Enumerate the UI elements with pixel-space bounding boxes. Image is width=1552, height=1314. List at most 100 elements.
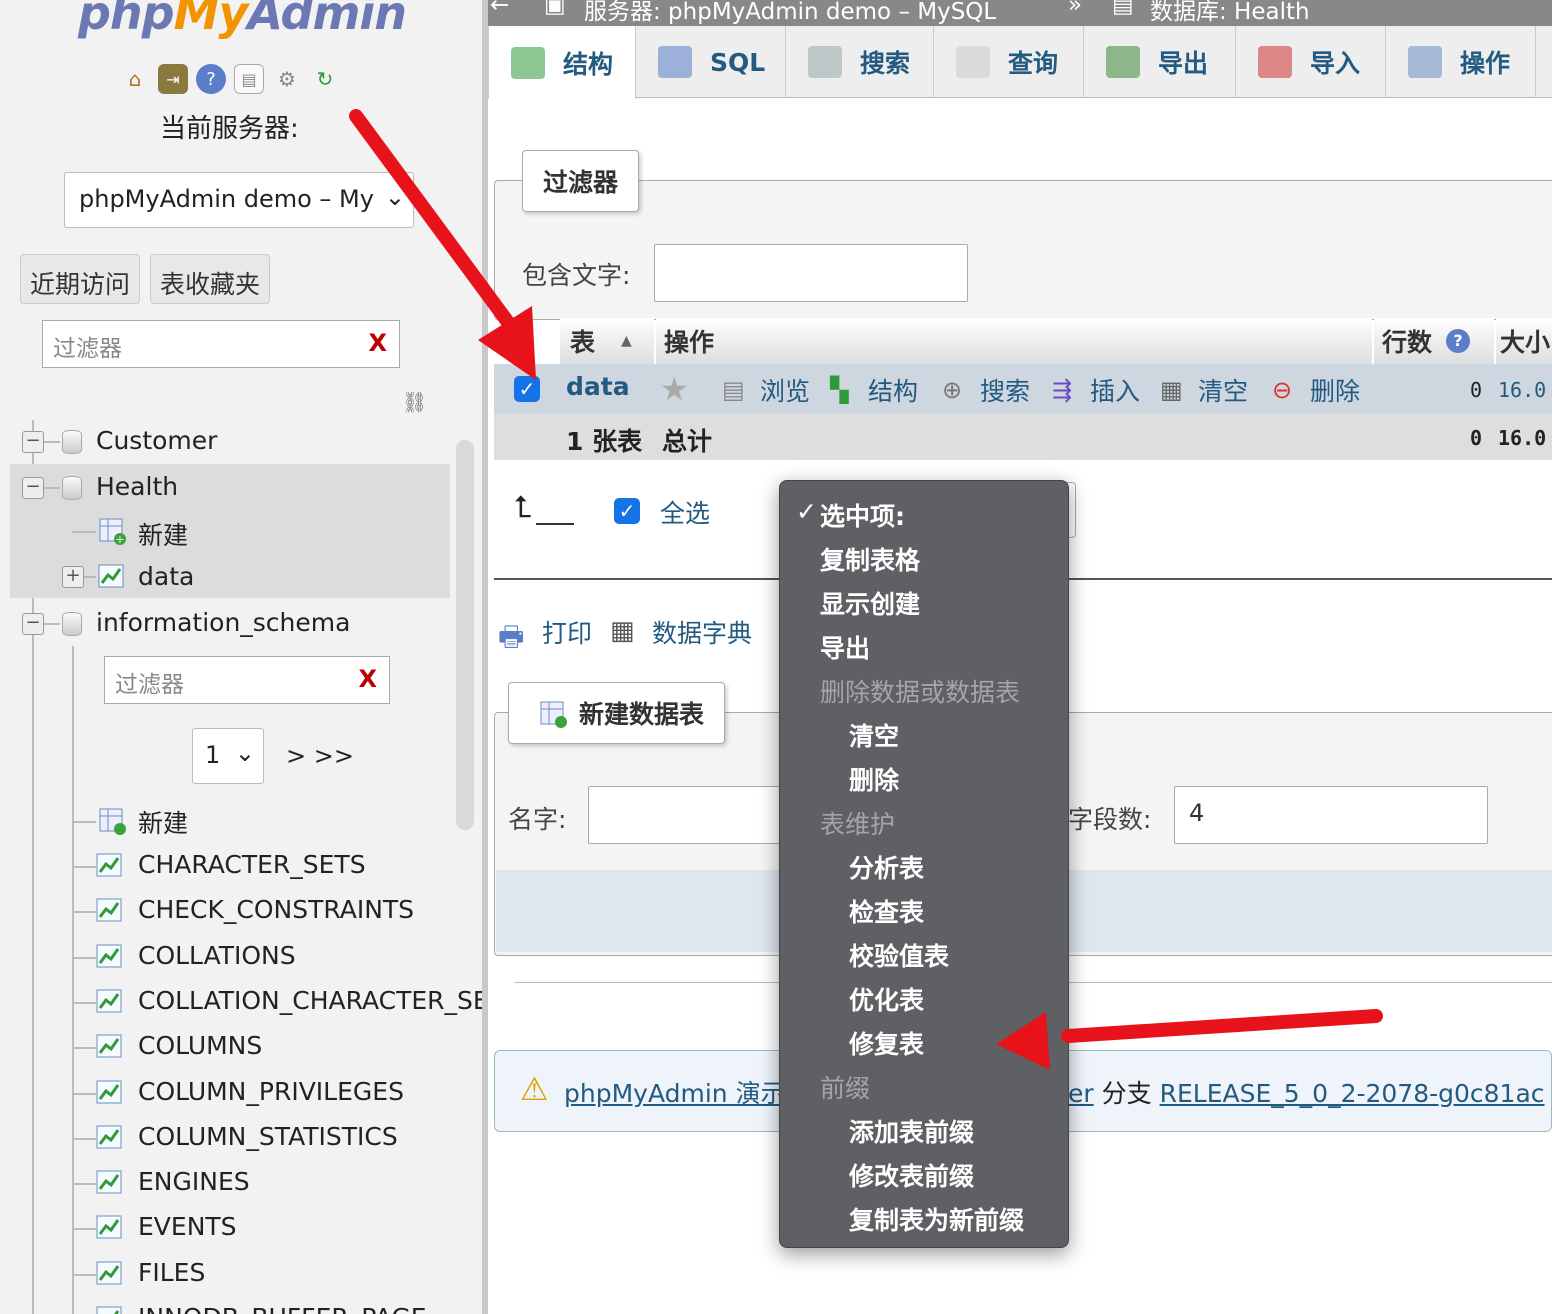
row-checkbox[interactable]: ✓ <box>514 376 540 402</box>
col-header-rows[interactable]: 行数 ? <box>1374 318 1494 364</box>
recent-tables-button[interactable]: 近期访问 <box>20 254 141 304</box>
db-filter-input[interactable]: 过滤器 X <box>42 320 400 368</box>
col-header-size[interactable]: 大小 <box>1496 318 1552 364</box>
search-link[interactable]: 搜索 <box>980 372 1030 408</box>
favorite-tables-button[interactable]: 表收藏夹 <box>150 254 271 304</box>
tree-item-table[interactable]: COLUMN_PRIVILEGES <box>138 1077 404 1106</box>
tab-sql[interactable]: SQL <box>636 26 786 98</box>
menu-item[interactable]: 分析表 <box>849 849 924 885</box>
tab-structure[interactable]: 结构 <box>488 26 636 99</box>
link-chain-icon[interactable]: ⛓ <box>402 390 427 414</box>
menu-item[interactable]: 清空 <box>849 717 899 753</box>
select-all-label[interactable]: 全选 <box>660 494 710 530</box>
menu-item[interactable]: 复制表格 <box>820 541 920 577</box>
tab-export[interactable]: 导出 <box>1084 26 1236 98</box>
table-name-link[interactable]: data <box>566 372 630 401</box>
browse-icon[interactable]: ▤ <box>722 376 745 404</box>
table-filter-input[interactable]: 过滤器 X <box>104 656 390 704</box>
tree-item-table[interactable]: COLUMNS <box>138 1031 262 1060</box>
breadcrumb-database[interactable]: 数据库: Health <box>1150 0 1310 26</box>
clear-filter-icon[interactable]: X <box>358 665 377 693</box>
menu-item[interactable]: 复制表为新前缀 <box>849 1201 1024 1237</box>
tree-item-health-data[interactable]: data <box>138 562 194 591</box>
tree-item-health-new[interactable]: 新建 <box>138 516 188 552</box>
col-header-table[interactable]: 表 ▲ <box>560 318 654 364</box>
tree-item-table[interactable]: COLUMN_STATISTICS <box>138 1122 398 1151</box>
structure-icon[interactable]: ▚ <box>830 376 848 404</box>
tab-import[interactable]: 导入 <box>1236 26 1386 98</box>
nav-scrollbar[interactable] <box>456 440 474 830</box>
star-icon[interactable]: ★ <box>660 370 689 408</box>
data-dictionary-icon[interactable]: ▦ <box>610 616 635 646</box>
tab-operations[interactable]: 操作 <box>1386 26 1536 98</box>
tree-item-information-schema[interactable]: − information_schema <box>10 602 450 646</box>
select-all-checkbox[interactable]: ✓ <box>614 498 640 524</box>
release-link[interactable]: RELEASE_5_0_2-2078-g0c81ac <box>1160 1079 1545 1108</box>
menu-item[interactable]: 校验值表 <box>849 937 949 973</box>
structure-icon <box>511 46 545 79</box>
table-name-input[interactable] <box>588 786 788 844</box>
empty-icon[interactable]: ▦ <box>1160 376 1183 404</box>
insert-icon[interactable]: ⇶ <box>1052 376 1072 404</box>
menu-item[interactable]: 优化表 <box>849 981 924 1017</box>
menu-item[interactable]: 修改表前缀 <box>849 1157 974 1193</box>
help-icon[interactable]: ? <box>196 64 226 94</box>
contains-text-input[interactable] <box>654 244 968 302</box>
tab-query[interactable]: 查询 <box>934 26 1084 98</box>
tree-item-table[interactable]: FILES <box>138 1258 205 1287</box>
tree-item-customer[interactable]: − Customer <box>10 420 450 464</box>
drop-icon[interactable]: ⊖ <box>1272 376 1292 404</box>
tree-item-table[interactable]: INNODB_BUFFER_PAGE <box>138 1303 427 1314</box>
home-icon[interactable]: ⌂ <box>120 64 150 94</box>
menu-item[interactable]: 导出 <box>820 629 870 665</box>
demo-link[interactable]: phpMyAdmin 演示 <box>564 1079 786 1108</box>
tab-search[interactable]: 搜索 <box>786 26 934 98</box>
demo-notice-text: phpMyAdmin 演示 <box>564 1074 786 1110</box>
exit-icon[interactable]: ⇥ <box>158 64 188 94</box>
nav-resizer[interactable] <box>482 0 488 1314</box>
settings-icon[interactable]: ⚙ <box>272 64 302 94</box>
empty-link[interactable]: 清空 <box>1198 372 1248 408</box>
menu-item[interactable]: 添加表前缀 <box>849 1113 974 1149</box>
chevron-down-icon: ⌄ <box>384 183 405 211</box>
tree-item-table[interactable]: ENGINES <box>138 1167 250 1196</box>
menu-item[interactable]: 修复表 <box>849 1025 924 1061</box>
search-icon[interactable]: ⊕ <box>942 376 962 404</box>
red-arrow-shaft <box>1061 1009 1383 1043</box>
back-arrow-icon[interactable]: ← <box>490 0 509 18</box>
tree-item-table[interactable]: CHARACTER_SETS <box>138 850 366 879</box>
data-dictionary-link[interactable]: 数据字典 <box>652 614 752 650</box>
page-select[interactable]: 1 ⌄ <box>192 728 264 784</box>
tree-item-table[interactable]: COLLATIONS <box>138 941 296 970</box>
field-count-input[interactable]: 4 <box>1174 786 1488 844</box>
print-link[interactable]: 打印 <box>542 614 592 650</box>
collapse-icon[interactable]: − <box>22 477 44 499</box>
current-server-label: 当前服务器: <box>160 114 299 144</box>
tree-item-table[interactable]: CHECK_CONSTRAINTS <box>138 895 414 924</box>
collapse-icon[interactable]: − <box>22 431 44 453</box>
insert-link[interactable]: 插入 <box>1090 372 1140 408</box>
help-icon[interactable]: ? <box>1446 329 1471 353</box>
drop-link[interactable]: 删除 <box>1310 372 1360 408</box>
tree-item-health[interactable]: − Health + 新建 + data <box>10 464 450 598</box>
total-label: 总计 <box>662 427 713 456</box>
breadcrumb-server[interactable]: 服务器: phpMyAdmin demo – MySQL <box>584 0 996 26</box>
menu-item[interactable]: 检查表 <box>849 893 924 929</box>
tree-item-table[interactable]: COLLATION_CHARACTER_SET_APPLICABILITY <box>138 986 482 1015</box>
structure-link[interactable]: 结构 <box>868 372 918 408</box>
collapse-icon[interactable]: − <box>22 613 44 635</box>
reload-icon[interactable]: ↻ <box>310 64 340 94</box>
expand-icon[interactable]: + <box>62 566 84 588</box>
tree-item-table[interactable]: EVENTS <box>138 1212 237 1241</box>
print-icon[interactable]: 🖶 <box>498 616 524 664</box>
table-icon <box>96 1033 124 1059</box>
clear-filter-icon[interactable]: X <box>368 329 387 357</box>
server-select[interactable]: phpMyAdmin demo – My ⌄ <box>64 172 414 228</box>
docs-icon[interactable]: ▤ <box>234 64 264 94</box>
browse-link[interactable]: 浏览 <box>760 372 810 408</box>
tree-item-info-new[interactable]: 新建 <box>138 804 188 840</box>
menu-item[interactable]: 显示创建 <box>820 585 920 621</box>
next-page-link[interactable]: > >> <box>286 742 354 770</box>
phpmyadmin-logo[interactable]: phpMyAdmin <box>78 0 407 40</box>
menu-item[interactable]: 删除 <box>849 761 899 797</box>
